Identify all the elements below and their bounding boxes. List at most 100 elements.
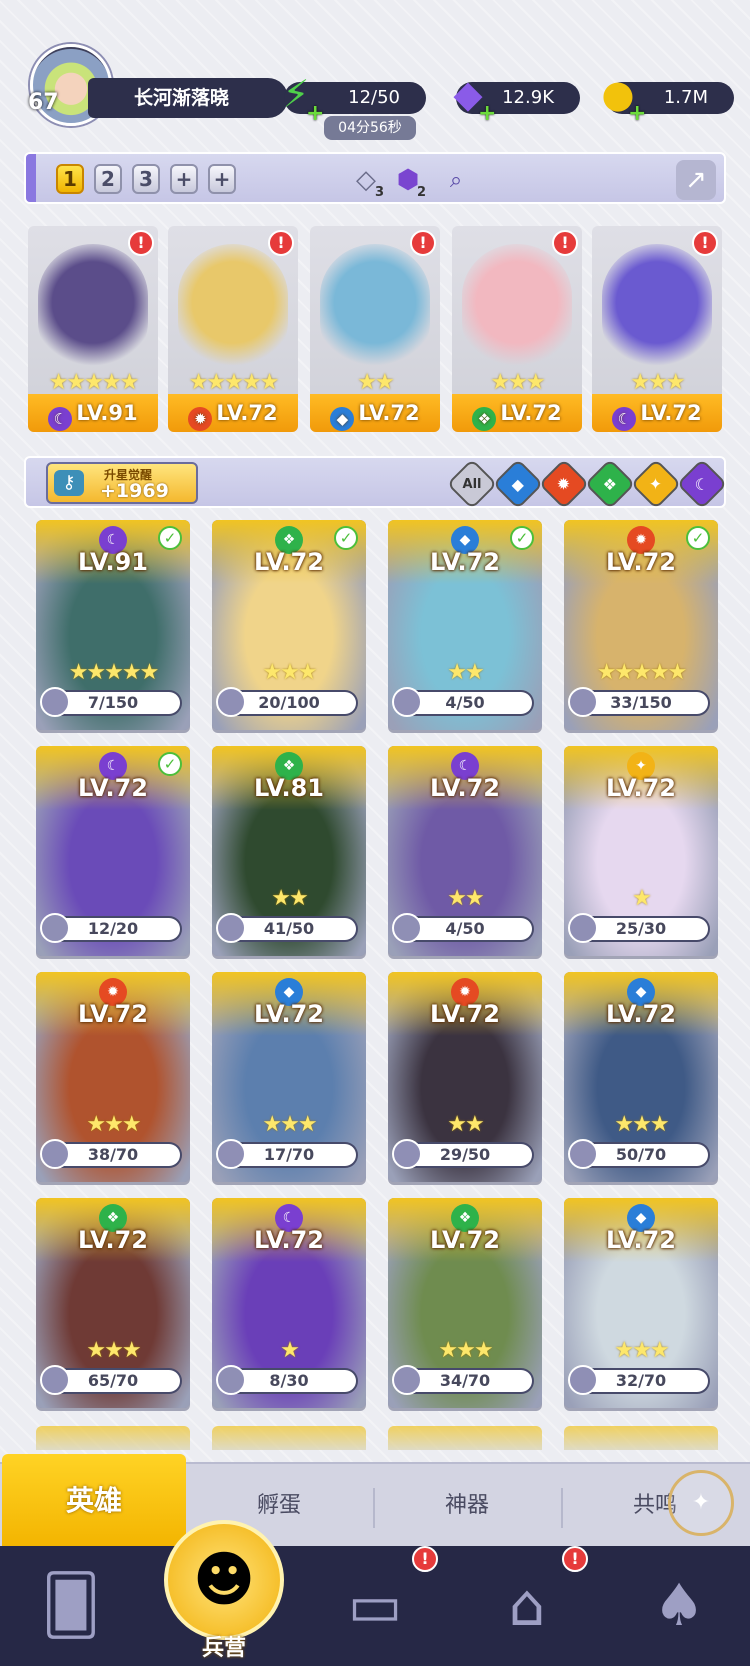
filter-water-icon[interactable]: ◆ (492, 458, 544, 510)
hero-card[interactable]: ◆ LV.72 ★★★ 17/70 (212, 972, 366, 1182)
hero-level: LV.72 (78, 1000, 148, 1028)
alert-badge: ! (268, 230, 294, 256)
search-icon[interactable]: ⌕ (436, 160, 476, 200)
shard-icon (392, 1365, 422, 1395)
shard-count: 38/70 (87, 1145, 139, 1164)
share-icon[interactable]: ↗ (676, 160, 716, 200)
hero-card[interactable]: ☾ LV.72 ★ 8/30 (212, 1198, 366, 1408)
tab-artifacts[interactable]: 神器 (374, 1464, 560, 1548)
add-gems-icon[interactable]: + (478, 98, 496, 130)
category-tabs: 英雄 孵蛋 神器 共鸣 ✦ (0, 1454, 750, 1548)
sparkle-float-button[interactable]: ✦ (668, 1470, 734, 1536)
hero-level: LV.72 (254, 1226, 324, 1254)
hero-portrait (462, 244, 572, 374)
team-tab-2[interactable]: 2 (94, 164, 122, 194)
hero-card[interactable]: ❖ LV.81 ★★ 41/50 (212, 746, 366, 956)
bottom-nav: 🂠 ▭ ! ⌂ ! ♠ (0, 1546, 750, 1666)
shard-icon (40, 913, 70, 943)
alert-badge: ! (552, 230, 578, 256)
hero-card[interactable]: ✹ LV.72 ★★★ 38/70 (36, 972, 190, 1182)
player-level: 67 (28, 90, 59, 115)
shard-count: 29/50 (439, 1145, 491, 1164)
check-icon: ✓ (510, 526, 534, 550)
hero-stars: ★★★ (86, 1112, 141, 1137)
barracks-nav-button[interactable]: ☻ 兵营 (164, 1520, 284, 1666)
team-slot[interactable]: ! ★★★ ❖ LV.72 (452, 226, 582, 432)
filter-nature-icon[interactable]: ❖ (584, 458, 636, 510)
hero-level: LV.72 (606, 1000, 676, 1028)
hero-level: LV.72 (254, 1000, 324, 1028)
shard-progress: 7/150 (40, 687, 180, 717)
team-slot[interactable]: ! ★★ ◆ LV.72 (310, 226, 440, 432)
filter-fire-icon[interactable]: ✹ (538, 458, 590, 510)
dark-filter-icon[interactable]: ⬢ 2 (388, 160, 428, 200)
team-tab-add-2[interactable]: + (208, 164, 236, 194)
shard-count: 32/70 (615, 1371, 667, 1390)
gem-counter[interactable]: ◆ + 12.9K (453, 75, 580, 126)
team-slot[interactable]: ! ★★★ ☾ LV.72 (592, 226, 722, 432)
shard-count: 25/30 (615, 919, 667, 938)
hero-level: LV.81 (254, 774, 324, 802)
hero-card[interactable]: ✦ LV.72 ★ 25/30 (564, 746, 718, 956)
check-icon: ✓ (158, 526, 182, 550)
hero-level: LV.72 (216, 401, 278, 425)
hero-card[interactable]: ☾ LV.91 ★★★★★ 7/150 ✓ (36, 520, 190, 730)
shard-progress: 38/70 (40, 1139, 180, 1169)
hero-stars: ★★★ (630, 370, 685, 395)
energy-counter[interactable]: ⚡ + 12/50 (283, 75, 426, 126)
awaken-badge[interactable]: ⚷ 升星觉醒 +1969 (46, 462, 198, 504)
filter-light-icon[interactable]: ✦ (630, 458, 682, 510)
temple-nav-icon[interactable]: ⌂ (482, 1560, 572, 1650)
hero-stars: ★★ (447, 660, 484, 685)
hero-card[interactable]: ❖ LV.72 ★★★ 20/100 ✓ (212, 520, 366, 730)
element-icon: ✹ (188, 407, 213, 431)
shard-count: 34/70 (439, 1371, 491, 1390)
shard-count: 33/150 (610, 693, 672, 712)
hero-card[interactable]: ✹ LV.72 ★★★★★ 33/150 ✓ (564, 520, 718, 730)
hero-level: LV.72 (430, 1226, 500, 1254)
shard-icon (216, 687, 246, 717)
add-gold-icon[interactable]: + (628, 98, 646, 130)
player-name: 长河渐落晓 (88, 78, 288, 118)
team-tab-1[interactable]: 1 (56, 164, 84, 194)
team-slot[interactable]: ! ★★★★★ ✹ LV.72 (168, 226, 298, 432)
crystal-filter-icon[interactable]: ◇ 3 (346, 160, 386, 200)
team-tab-3[interactable]: 3 (132, 164, 160, 194)
team-tab-add-1[interactable]: + (170, 164, 198, 194)
hero-stars: ★★ (447, 1112, 484, 1137)
team-slot[interactable]: ! ★★★★★ ☾ LV.91 (28, 226, 158, 432)
hero-card[interactable]: ✹ LV.72 ★★ 29/50 (388, 972, 542, 1182)
hero-level: LV.72 (606, 1226, 676, 1254)
hero-card[interactable]: ◆ LV.72 ★★ 4/50 ✓ (388, 520, 542, 730)
hero-card[interactable]: ◆ LV.72 ★★★ 32/70 (564, 1198, 718, 1408)
shard-icon (392, 1139, 422, 1169)
shard-progress: 4/50 (392, 687, 532, 717)
hero-card[interactable]: ◆ LV.72 ★★★ 50/70 (564, 972, 718, 1182)
shard-count: 20/100 (258, 693, 320, 712)
shard-progress: 32/70 (568, 1365, 708, 1395)
shard-count: 41/50 (263, 919, 315, 938)
add-energy-icon[interactable]: + (306, 98, 324, 130)
filter-dark-icon[interactable]: ☾ (676, 458, 728, 510)
book-nav-icon[interactable]: ▭ (330, 1560, 420, 1650)
mushroom-nav-icon[interactable]: ♠ (634, 1560, 724, 1650)
tab-heroes[interactable]: 英雄 (2, 1454, 186, 1548)
hero-card[interactable]: ❖ LV.72 ★★★ 65/70 (36, 1198, 190, 1408)
filter-bar: ⚷ 升星觉醒 +1969 All ◆ ✹ ❖ ✦ ☾ (24, 456, 728, 510)
shard-count: 17/70 (263, 1145, 315, 1164)
player-profile[interactable]: 长河渐落晓 67 (24, 44, 288, 126)
shard-progress: 29/50 (392, 1139, 532, 1169)
check-icon: ✓ (686, 526, 710, 550)
hero-card[interactable]: ☾ LV.72 ★★ 4/50 (388, 746, 542, 956)
gold-counter[interactable]: ● + 1.7M (601, 75, 734, 126)
hero-card[interactable]: ❖ LV.72 ★★★ 34/70 (388, 1198, 542, 1408)
shard-icon (392, 913, 422, 943)
cards-nav-icon[interactable]: 🂠 (26, 1560, 116, 1650)
shard-count: 8/30 (269, 1371, 309, 1390)
filter-all[interactable]: All (446, 458, 498, 510)
team-bar-cap (26, 154, 36, 202)
shard-progress: 8/30 (216, 1365, 356, 1395)
hero-card[interactable]: ☾ LV.72 12/20 ✓ (36, 746, 190, 956)
hero-stars: ★★★ (490, 370, 545, 395)
shard-progress: 33/150 (568, 687, 708, 717)
